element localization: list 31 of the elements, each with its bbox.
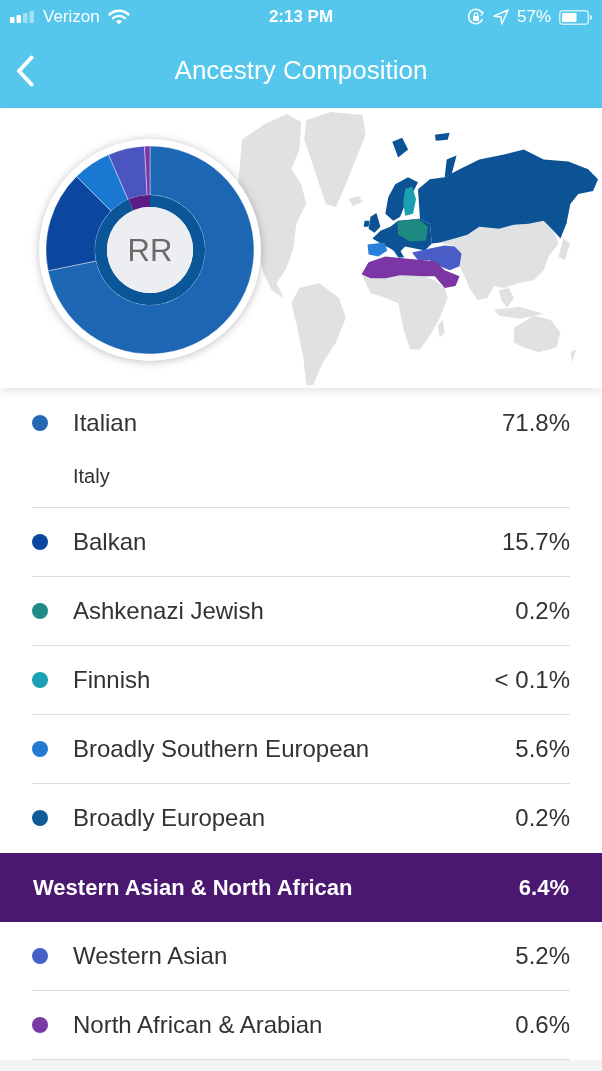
population-percentage: 0.2% bbox=[515, 596, 570, 626]
population-name[interactable]: North African & Arabian bbox=[73, 1010, 516, 1040]
group-percentage: 6.4% bbox=[518, 874, 569, 902]
population-name[interactable]: Italian bbox=[73, 408, 502, 438]
population-name[interactable]: Finnish bbox=[73, 665, 495, 695]
population-name[interactable]: Broadly European bbox=[73, 803, 516, 833]
region-name: Italy bbox=[73, 464, 110, 489]
wifi-icon bbox=[107, 9, 130, 25]
group-name: Western Asian & North African bbox=[33, 874, 354, 902]
location-arrow-icon bbox=[492, 9, 509, 25]
population-percentage: 71.8% bbox=[501, 408, 570, 438]
population-percentage: 0.2% bbox=[515, 803, 570, 833]
group-header[interactable]: Western Asian & North African 6.4% bbox=[0, 853, 602, 922]
population-name[interactable]: Broadly Southern European bbox=[73, 734, 516, 764]
population-percentage: 15.7% bbox=[501, 527, 570, 557]
signal-icon bbox=[10, 11, 35, 23]
population-percentage: 0.6% bbox=[515, 1010, 570, 1040]
screen-title: Ancestry Composition bbox=[173, 55, 429, 87]
chevron-left-icon bbox=[16, 55, 34, 87]
population-percentage: 5.2% bbox=[515, 941, 570, 971]
battery-icon bbox=[559, 9, 592, 25]
population-percentage: < 0.1% bbox=[494, 665, 570, 695]
clock-time: 2:13 PM bbox=[268, 6, 334, 29]
battery-percentage: 57% bbox=[516, 6, 551, 29]
population-percentage: 5.6% bbox=[515, 734, 570, 764]
population-name[interactable]: Western Asian bbox=[73, 941, 516, 971]
carrier-name: Verizon bbox=[43, 6, 100, 29]
orientation-lock-icon bbox=[466, 8, 485, 26]
population-name[interactable]: Balkan bbox=[73, 527, 502, 557]
initials-text: RR bbox=[127, 233, 173, 268]
population-name[interactable]: Ashkenazi Jewish bbox=[73, 596, 516, 626]
